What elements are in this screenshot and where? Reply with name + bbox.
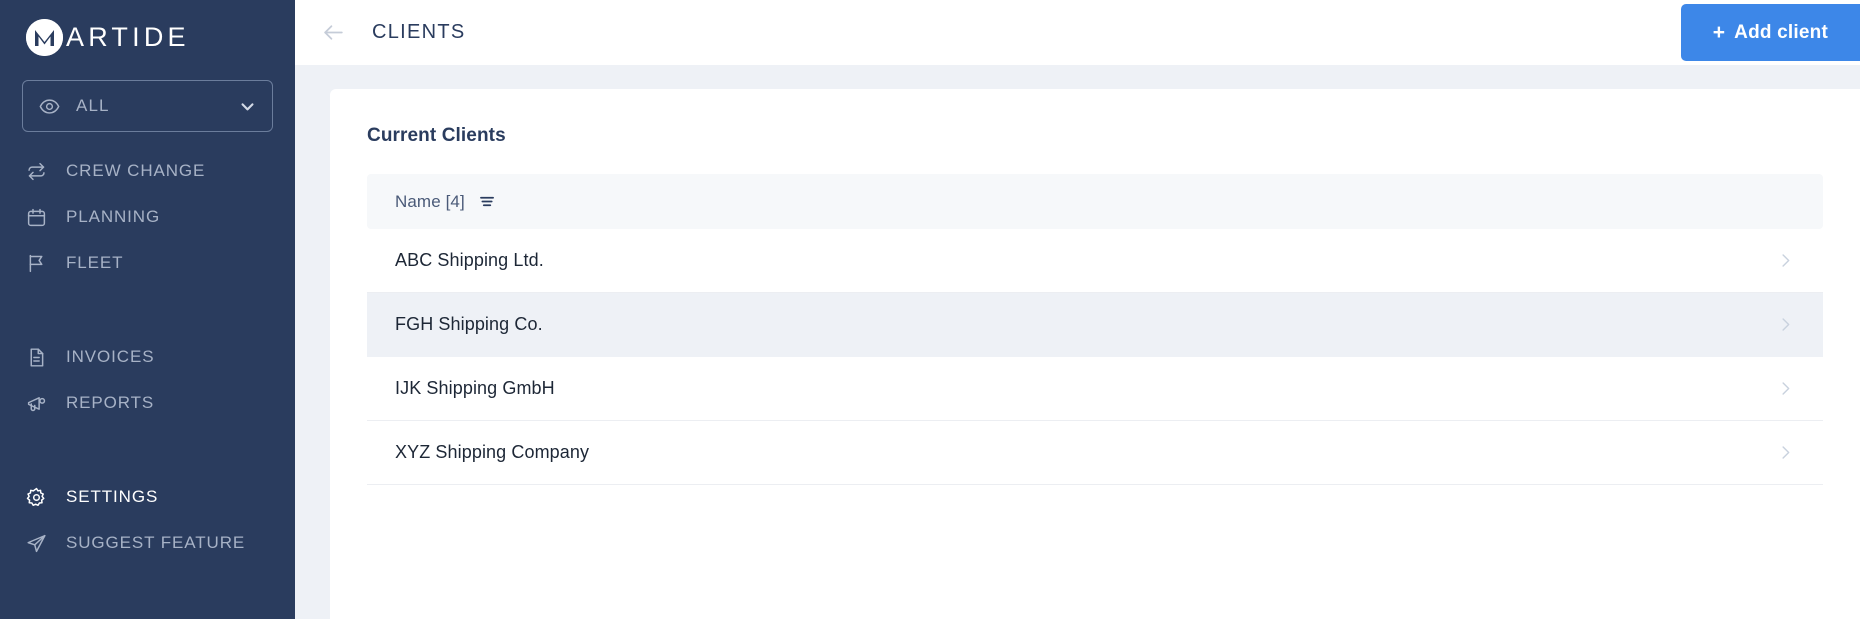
sidebar-item-label: PLANNING <box>66 207 161 226</box>
sidebar-nav-secondary: INVOICES REPORTS <box>0 334 295 426</box>
column-header-label: Name [4] <box>395 191 465 211</box>
content-area: Current Clients Name [4] ABC Shipping Lt… <box>295 65 1860 619</box>
sidebar-item-reports[interactable]: REPORTS <box>0 380 295 426</box>
client-name: FGH Shipping Co. <box>395 314 543 334</box>
arrow-left-icon[interactable] <box>321 20 346 45</box>
visibility-filter-select[interactable]: ALL <box>22 80 273 132</box>
sidebar-item-invoices[interactable]: INVOICES <box>0 334 295 380</box>
visibility-filter-label: ALL <box>76 96 110 115</box>
column-header-name[interactable]: Name [4] <box>395 192 496 212</box>
sidebar: ARTIDE ALL CREW CHANGE PLANNING FLEET IN… <box>0 0 295 619</box>
client-name: XYZ Shipping Company <box>395 442 590 462</box>
chevron-down-icon <box>239 98 256 115</box>
chevron-right-icon[interactable] <box>1776 379 1795 398</box>
sort-icon[interactable] <box>479 194 496 209</box>
sidebar-item-label: INVOICES <box>66 347 155 366</box>
table-row[interactable]: ABC Shipping Ltd. <box>367 229 1823 293</box>
table-row[interactable]: FGH Shipping Co. <box>367 293 1823 357</box>
logo[interactable]: ARTIDE <box>0 0 295 58</box>
sidebar-item-label: FLEET <box>66 253 124 272</box>
client-name: IJK Shipping GmbH <box>395 378 555 398</box>
sidebar-nav-primary: CREW CHANGE PLANNING FLEET <box>0 148 295 286</box>
clients-table: Name [4] ABC Shipping Ltd. FGH Shipping … <box>367 174 1823 485</box>
add-client-label: Add client <box>1734 21 1828 43</box>
card-title: Current Clients <box>367 125 506 146</box>
app-root: ARTIDE ALL CREW CHANGE PLANNING FLEET IN… <box>0 0 1860 619</box>
sidebar-item-label: CREW CHANGE <box>66 161 206 180</box>
logo-text: ARTIDE <box>66 21 190 52</box>
sidebar-item-crew-change[interactable]: CREW CHANGE <box>0 148 295 194</box>
chevron-right-icon[interactable] <box>1776 251 1795 270</box>
top-bar: CLIENTS + Add client <box>295 0 1860 65</box>
sidebar-item-label: SUGGEST FEATURE <box>66 533 246 552</box>
page-title: CLIENTS <box>372 21 466 43</box>
clients-card: Current Clients Name [4] ABC Shipping Lt… <box>330 89 1860 619</box>
paper-plane-icon <box>26 533 52 554</box>
chevron-right-icon[interactable] <box>1776 315 1795 334</box>
gear-icon <box>26 487 52 508</box>
sidebar-item-label: SETTINGS <box>66 487 159 506</box>
document-icon <box>26 347 52 368</box>
eye-icon <box>39 96 60 117</box>
sidebar-item-suggest-feature[interactable]: SUGGEST FEATURE <box>0 520 295 566</box>
sidebar-item-settings[interactable]: SETTINGS <box>0 474 295 520</box>
chevron-right-icon[interactable] <box>1776 443 1795 462</box>
flag-icon <box>26 253 52 274</box>
client-name: ABC Shipping Ltd. <box>395 250 544 270</box>
main-area: CLIENTS + Add client Current Clients Nam… <box>295 0 1860 619</box>
table-row[interactable]: IJK Shipping GmbH <box>367 357 1823 421</box>
calendar-icon <box>26 207 52 228</box>
megaphone-icon <box>26 393 52 414</box>
table-header-row: Name [4] <box>367 174 1823 229</box>
sidebar-item-planning[interactable]: PLANNING <box>0 194 295 240</box>
martide-logo-mark-icon <box>26 18 63 56</box>
sidebar-item-label: REPORTS <box>66 393 155 412</box>
plus-icon: + <box>1712 21 1726 44</box>
sidebar-item-fleet[interactable]: FLEET <box>0 240 295 286</box>
exchange-arrows-icon <box>26 161 52 182</box>
add-client-button[interactable]: + Add client <box>1680 4 1860 61</box>
table-row[interactable]: XYZ Shipping Company <box>367 421 1823 485</box>
sidebar-nav-tertiary: SETTINGS SUGGEST FEATURE <box>0 474 295 566</box>
